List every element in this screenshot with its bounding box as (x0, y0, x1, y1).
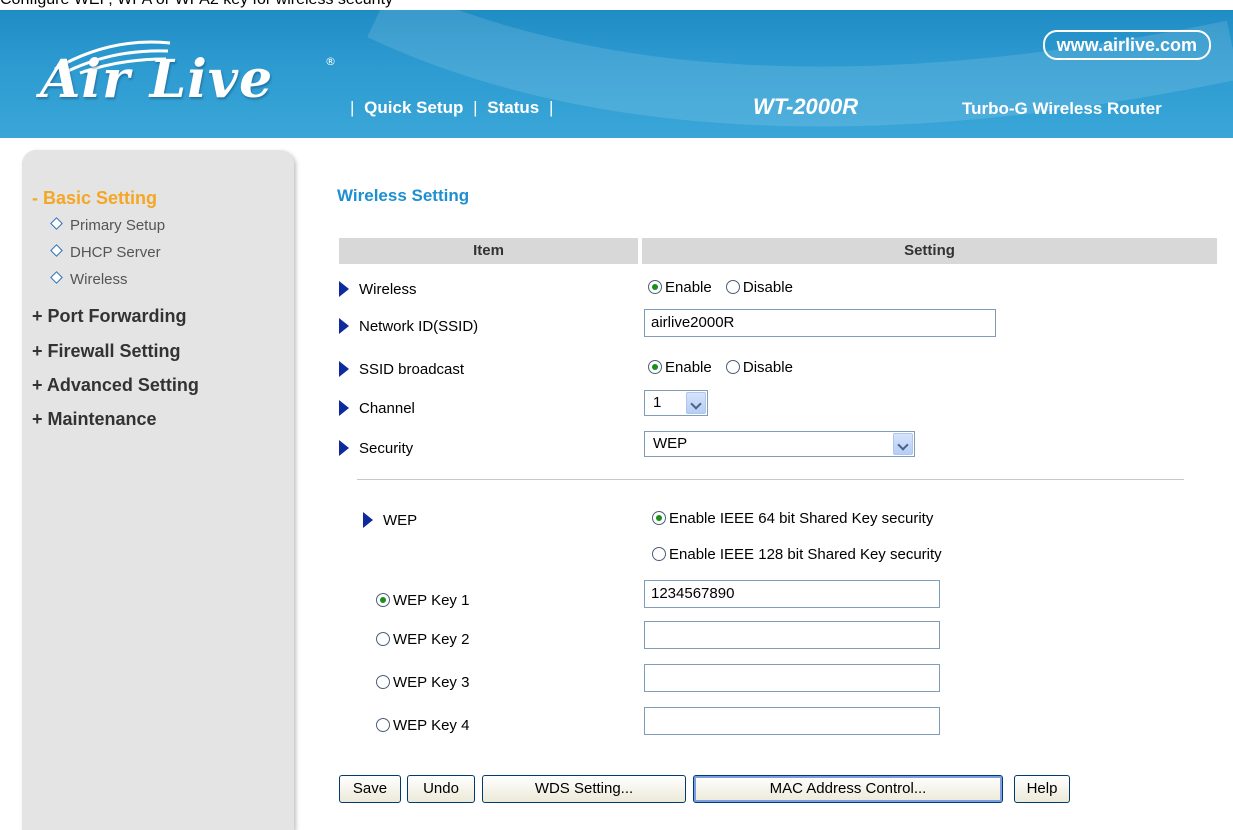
bullet-arrow-icon (339, 440, 349, 456)
wep-128bit-option: Enable IEEE 128 bit Shared Key security (652, 545, 942, 563)
nav-status[interactable]: Status (487, 98, 539, 117)
wep-key-4-radio[interactable] (376, 718, 390, 732)
sidebar-item-basic-setting[interactable]: - Basic Setting (32, 188, 157, 209)
broadcast-enable-radio[interactable] (648, 360, 662, 374)
airlive-logo: Air Live ® (40, 35, 336, 115)
diamond-icon (50, 271, 63, 284)
wep-key-2-radio[interactable] (376, 632, 390, 646)
wireless-label: Wireless (339, 278, 417, 298)
sidebar-item-firewall-setting[interactable]: + Firewall Setting (32, 341, 181, 362)
wep-128bit-radio[interactable] (652, 547, 666, 561)
wep-key-1-input[interactable]: 1234567890 (644, 580, 940, 608)
diamond-icon (50, 244, 63, 257)
bullet-arrow-icon (339, 281, 349, 297)
broadcast-radio-group: Enable Disable (648, 358, 803, 376)
wep-key-1-option: WEP Key 1 (376, 591, 469, 609)
wireless-disable-radio[interactable] (725, 280, 740, 294)
sidebar-item-advanced-setting[interactable]: + Advanced Setting (32, 375, 199, 396)
website-link[interactable]: www.airlive.com (1042, 30, 1211, 60)
sidebar-item-dhcp-server[interactable]: DHCP Server (50, 244, 161, 261)
wep-key-1-radio[interactable] (376, 593, 390, 607)
save-button[interactable]: Save (339, 775, 401, 803)
logo-text: Air Live (40, 49, 274, 110)
diamond-icon (50, 217, 63, 230)
wep-key-3-input[interactable] (644, 664, 940, 692)
column-header-item: Item (339, 238, 638, 264)
wep-64bit-radio[interactable] (652, 511, 666, 525)
wds-setting-button[interactable]: WDS Setting... (482, 775, 686, 803)
divider (357, 479, 1184, 480)
security-select[interactable]: WEP (644, 431, 915, 457)
help-button[interactable]: Help (1014, 775, 1070, 803)
bullet-arrow-icon (339, 400, 349, 416)
chevron-down-icon (686, 392, 706, 414)
wep-key-3-radio[interactable] (376, 675, 390, 689)
page-title: Wireless Setting (337, 186, 470, 205)
top-nav: | Quick Setup | Status | (350, 98, 554, 117)
ssid-input[interactable]: airlive2000R (644, 309, 996, 337)
wep-key-2-input[interactable] (644, 621, 940, 649)
bullet-arrow-icon (363, 512, 373, 528)
product-tagline: Turbo-G Wireless Router (962, 99, 1162, 118)
sidebar-item-maintenance[interactable]: + Maintenance (32, 409, 157, 430)
page-caption: Configure WEP, WPA or WPA2 key for wirel… (0, 0, 1233, 10)
nav-quick-setup[interactable]: Quick Setup (364, 98, 463, 117)
wireless-enable-radio[interactable] (648, 280, 662, 294)
broadcast-disable-radio[interactable] (725, 360, 740, 374)
wep-key-4-option: WEP Key 4 (376, 716, 469, 734)
wep-key-4-input[interactable] (644, 707, 940, 735)
chevron-down-icon (893, 433, 913, 455)
undo-button[interactable]: Undo (407, 775, 475, 803)
header-banner: Air Live ® www.airlive.com | Quick Setup… (0, 10, 1233, 138)
wep-label: WEP (363, 509, 417, 529)
model-name: WT-2000R (753, 94, 859, 119)
security-label: Security (339, 437, 413, 457)
sidebar-item-port-forwarding[interactable]: + Port Forwarding (32, 306, 187, 327)
wep-64bit-option: Enable IEEE 64 bit Shared Key security (652, 509, 933, 527)
sidebar-item-wireless[interactable]: Wireless (50, 271, 128, 288)
bullet-arrow-icon (339, 361, 349, 377)
sidebar: - Basic Setting Primary Setup DHCP Serve… (22, 150, 294, 830)
wep-key-2-option: WEP Key 2 (376, 630, 469, 648)
bullet-arrow-icon (339, 318, 349, 334)
channel-label: Channel (339, 397, 415, 417)
wep-key-3-option: WEP Key 3 (376, 673, 469, 691)
ssid-broadcast-label: SSID broadcast (339, 358, 464, 378)
mac-address-control-button[interactable]: MAC Address Control... (693, 775, 1003, 803)
sidebar-item-primary-setup[interactable]: Primary Setup (50, 217, 165, 234)
wireless-radio-group: Enable Disable (648, 278, 803, 296)
ssid-label: Network ID(SSID) (339, 315, 478, 335)
channel-select[interactable]: 1 (644, 390, 708, 416)
registered-mark: ® (325, 55, 336, 68)
column-header-setting: Setting (642, 238, 1217, 264)
